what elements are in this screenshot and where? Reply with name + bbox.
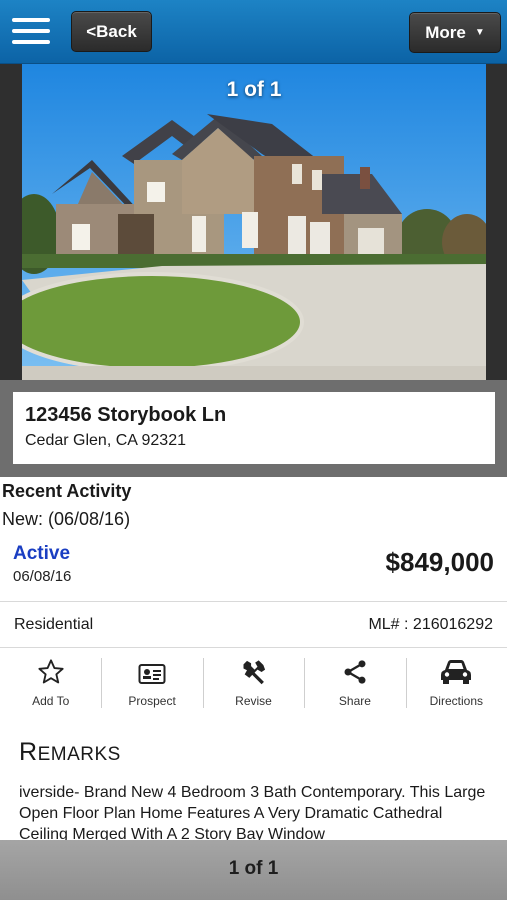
add-to-button[interactable]: Add To [0, 650, 101, 712]
ml-number: ML# : 216016292 [368, 616, 493, 633]
recent-activity-new: New: (06/08/16) [2, 509, 131, 529]
remarks-heading: REMARKS [19, 738, 121, 767]
address-band: 123456 Storybook Ln Cedar Glen, CA 92321 [0, 380, 507, 477]
listing-photo[interactable]: 1 of 1 [22, 64, 486, 380]
remarks-text: iverside- Brand New 4 Bedroom 3 Bath Con… [19, 784, 486, 840]
action-bar: Add To Prospect Revise Share Directions [0, 650, 507, 712]
car-icon [406, 654, 507, 686]
revise-label: Revise [235, 694, 272, 708]
share-button[interactable]: Share [304, 650, 405, 712]
back-button-label: <Back [86, 21, 137, 41]
status-date: 06/08/16 [13, 568, 72, 585]
prospect-label: Prospect [128, 694, 176, 708]
more-button-label: More [425, 22, 466, 42]
star-icon [0, 654, 101, 686]
listing-price: $849,000 [385, 547, 494, 577]
top-nav-bar: <Back More ▼ [0, 0, 507, 64]
recent-activity-heading: Recent Activity [2, 481, 132, 501]
caret-down-icon: ▼ [474, 27, 485, 38]
status-label: Active [13, 543, 71, 564]
id-card-icon [101, 654, 202, 686]
share-icon [304, 654, 405, 686]
revise-button[interactable]: Revise [202, 650, 304, 712]
directions-label: Directions [429, 694, 483, 708]
photo-gallery: 1 of 1 [0, 64, 507, 380]
prospect-button[interactable]: Prospect [101, 650, 202, 712]
street-address: 123456 Storybook Ln [25, 404, 227, 426]
remarks-heading-rest: EMARKS [37, 744, 121, 765]
add-to-label: Add To [32, 694, 70, 708]
share-label: Share [338, 694, 371, 708]
property-type: Residential [14, 616, 94, 633]
property-info-row: Residential ML# : 216016292 [0, 601, 507, 648]
listing-counter: 1 of 1 [228, 858, 279, 879]
directions-button[interactable]: Directions [405, 650, 507, 712]
address-card: 123456 Storybook Ln Cedar Glen, CA 92321 [13, 392, 495, 464]
more-button[interactable]: More ▼ [409, 12, 501, 53]
photo-counter: 1 of 1 [226, 78, 282, 101]
bottom-bar: 1 of 1 [0, 840, 507, 900]
back-button[interactable]: <Back [71, 11, 152, 52]
city-state-zip: Cedar Glen, CA 92321 [25, 432, 186, 449]
wrench-icon [203, 654, 304, 686]
remarks-heading-cap: R [19, 738, 38, 766]
menu-icon[interactable] [12, 18, 50, 46]
